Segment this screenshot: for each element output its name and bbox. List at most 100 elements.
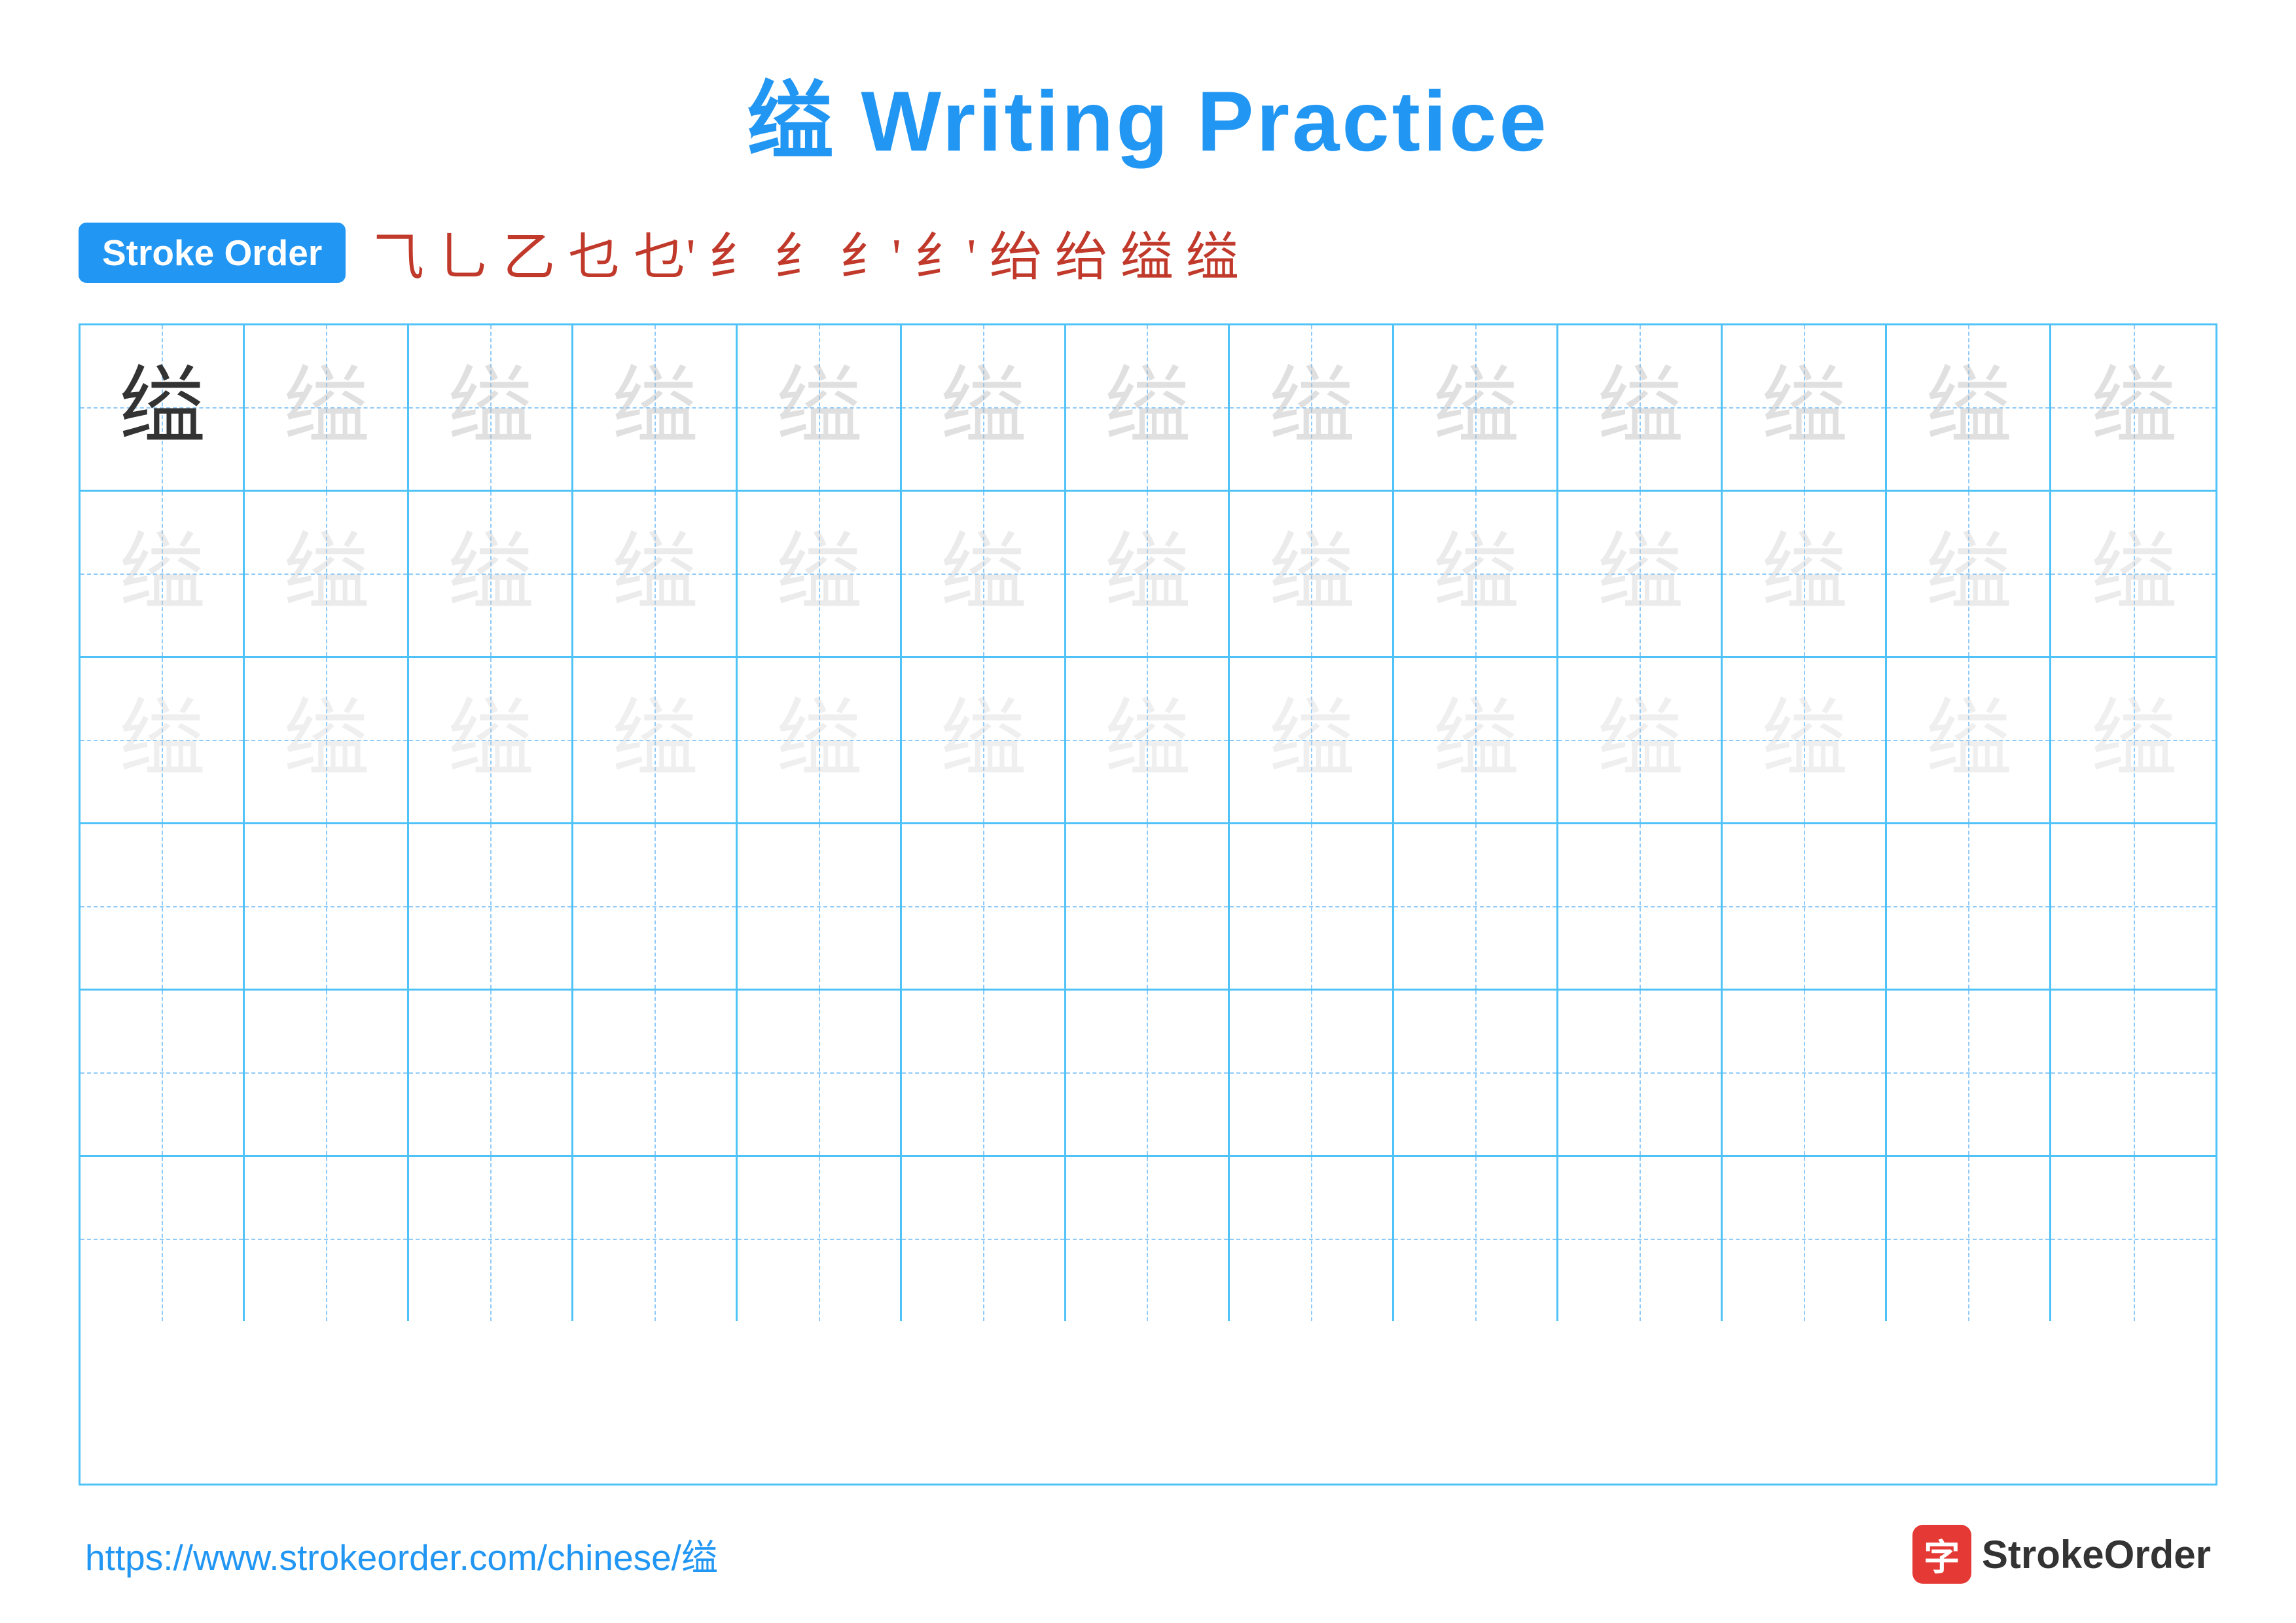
grid-cell[interactable]: 缢 [1558, 492, 1723, 656]
grid-cell[interactable]: 缢 [1723, 492, 1887, 656]
grid-cell[interactable] [81, 824, 245, 989]
grid-cell[interactable] [1887, 824, 2051, 989]
grid-cell[interactable] [1723, 1157, 1887, 1321]
grid-cell[interactable]: 缢 [1887, 658, 2051, 822]
grid-cell[interactable] [738, 1157, 902, 1321]
stroke-step-9: 纟' [914, 215, 976, 291]
grid-cell[interactable]: 缢 [902, 325, 1066, 490]
grid-cell[interactable] [1066, 1157, 1230, 1321]
grid-cell[interactable]: 缢 [2051, 325, 2215, 490]
grid-cell[interactable]: 缢 [1230, 492, 1394, 656]
grid-cell[interactable] [1723, 824, 1887, 989]
stroke-step-3: 乙 [503, 215, 555, 291]
footer-logo: 字 StrokeOrder [1912, 1525, 2211, 1584]
grid-cell[interactable]: 缢 [573, 325, 738, 490]
stroke-step-6: 纟 [709, 215, 761, 291]
grid-cell[interactable] [409, 991, 573, 1155]
grid-cell[interactable] [245, 824, 409, 989]
stroke-step-4: 乜 [568, 215, 620, 291]
grid-cell[interactable]: 缢 [902, 658, 1066, 822]
grid-cell[interactable] [81, 1157, 245, 1321]
grid-cell[interactable] [1394, 824, 1558, 989]
grid-cell[interactable]: 缢 [1230, 658, 1394, 822]
grid-cell[interactable] [1230, 1157, 1394, 1321]
grid-cell[interactable]: 缢 [81, 325, 245, 490]
practice-grid: 缢缢缢缢缢缢缢缢缢缢缢缢缢 缢缢缢缢缢缢缢缢缢缢缢缢缢 缢缢缢缢缢缢缢缢缢缢缢缢… [79, 323, 2217, 1486]
grid-cell[interactable] [2051, 991, 2215, 1155]
grid-cell[interactable] [1394, 1157, 1558, 1321]
grid-cell[interactable]: 缢 [1887, 325, 2051, 490]
stroke-steps: ⺄乚乙乜乜'纟纟纟'纟'绐绐缢缢 [372, 215, 1238, 291]
grid-cell[interactable]: 缢 [1887, 492, 2051, 656]
grid-cell[interactable] [1723, 991, 1887, 1155]
grid-cell[interactable] [1066, 991, 1230, 1155]
grid-cell[interactable]: 缢 [1558, 325, 1723, 490]
grid-cell[interactable]: 缢 [2051, 492, 2215, 656]
stroke-step-5: 乜' [634, 215, 695, 291]
grid-cell[interactable]: 缢 [1394, 492, 1558, 656]
grid-cell[interactable] [573, 824, 738, 989]
stroke-step-8: 纟' [840, 215, 901, 291]
grid-cell[interactable] [1394, 991, 1558, 1155]
stroke-step-11: 绐 [1055, 215, 1107, 291]
grid-cell[interactable] [1558, 824, 1723, 989]
grid-cell[interactable]: 缢 [245, 658, 409, 822]
grid-cell[interactable]: 缢 [738, 492, 902, 656]
grid-row-3: 缢缢缢缢缢缢缢缢缢缢缢缢缢 [81, 658, 2215, 824]
grid-cell[interactable]: 缢 [902, 492, 1066, 656]
grid-cell[interactable] [1066, 824, 1230, 989]
grid-row-5 [81, 991, 2215, 1157]
stroke-step-12: 缢 [1121, 215, 1173, 291]
grid-cell[interactable] [81, 991, 245, 1155]
grid-cell[interactable]: 缢 [409, 325, 573, 490]
grid-cell[interactable]: 缢 [573, 658, 738, 822]
grid-cell[interactable]: 缢 [245, 492, 409, 656]
grid-row-4 [81, 824, 2215, 991]
grid-cell[interactable]: 缢 [2051, 658, 2215, 822]
grid-cell[interactable] [902, 991, 1066, 1155]
grid-cell[interactable] [738, 991, 902, 1155]
stroke-step-10: 绐 [990, 215, 1042, 291]
grid-cell[interactable]: 缢 [1394, 325, 1558, 490]
grid-cell[interactable]: 缢 [409, 658, 573, 822]
grid-cell[interactable] [2051, 824, 2215, 989]
grid-row-1: 缢缢缢缢缢缢缢缢缢缢缢缢缢 [81, 325, 2215, 492]
grid-cell[interactable]: 缢 [81, 658, 245, 822]
grid-cell[interactable] [245, 1157, 409, 1321]
grid-cell[interactable]: 缢 [738, 325, 902, 490]
grid-cell[interactable] [409, 824, 573, 989]
grid-cell[interactable] [738, 824, 902, 989]
grid-cell[interactable] [902, 824, 1066, 989]
grid-cell[interactable] [245, 991, 409, 1155]
grid-cell[interactable]: 缢 [573, 492, 738, 656]
grid-cell[interactable] [1887, 991, 2051, 1155]
grid-cell[interactable]: 缢 [1723, 658, 1887, 822]
stroke-order-row: Stroke Order ⺄乚乙乜乜'纟纟纟'纟'绐绐缢缢 [79, 215, 2217, 291]
grid-cell[interactable] [573, 1157, 738, 1321]
grid-cell[interactable] [1558, 1157, 1723, 1321]
grid-cell[interactable] [902, 1157, 1066, 1321]
grid-cell[interactable]: 缢 [1066, 658, 1230, 822]
grid-cell[interactable]: 缢 [1723, 325, 1887, 490]
grid-cell[interactable] [409, 1157, 573, 1321]
grid-cell[interactable]: 缢 [738, 658, 902, 822]
grid-cell[interactable]: 缢 [409, 492, 573, 656]
grid-cell[interactable] [2051, 1157, 2215, 1321]
grid-cell[interactable]: 缢 [1558, 658, 1723, 822]
grid-cell[interactable]: 缢 [1066, 492, 1230, 656]
stroke-step-2: 乚 [437, 215, 490, 291]
grid-cell[interactable]: 缢 [245, 325, 409, 490]
grid-cell[interactable] [1558, 991, 1723, 1155]
grid-cell[interactable]: 缢 [1230, 325, 1394, 490]
grid-cell[interactable] [1230, 991, 1394, 1155]
footer: https://www.strokeorder.com/chinese/缢 字 … [79, 1525, 2217, 1584]
page-container: 缢 Writing Practice Stroke Order ⺄乚乙乜乜'纟纟… [0, 0, 2296, 1623]
grid-cell[interactable]: 缢 [1066, 325, 1230, 490]
grid-cell[interactable] [573, 991, 738, 1155]
stroke-step-7: 纟 [774, 215, 827, 291]
grid-cell[interactable] [1887, 1157, 2051, 1321]
grid-cell[interactable] [1230, 824, 1394, 989]
grid-row-2: 缢缢缢缢缢缢缢缢缢缢缢缢缢 [81, 492, 2215, 658]
grid-cell[interactable]: 缢 [1394, 658, 1558, 822]
grid-cell[interactable]: 缢 [81, 492, 245, 656]
